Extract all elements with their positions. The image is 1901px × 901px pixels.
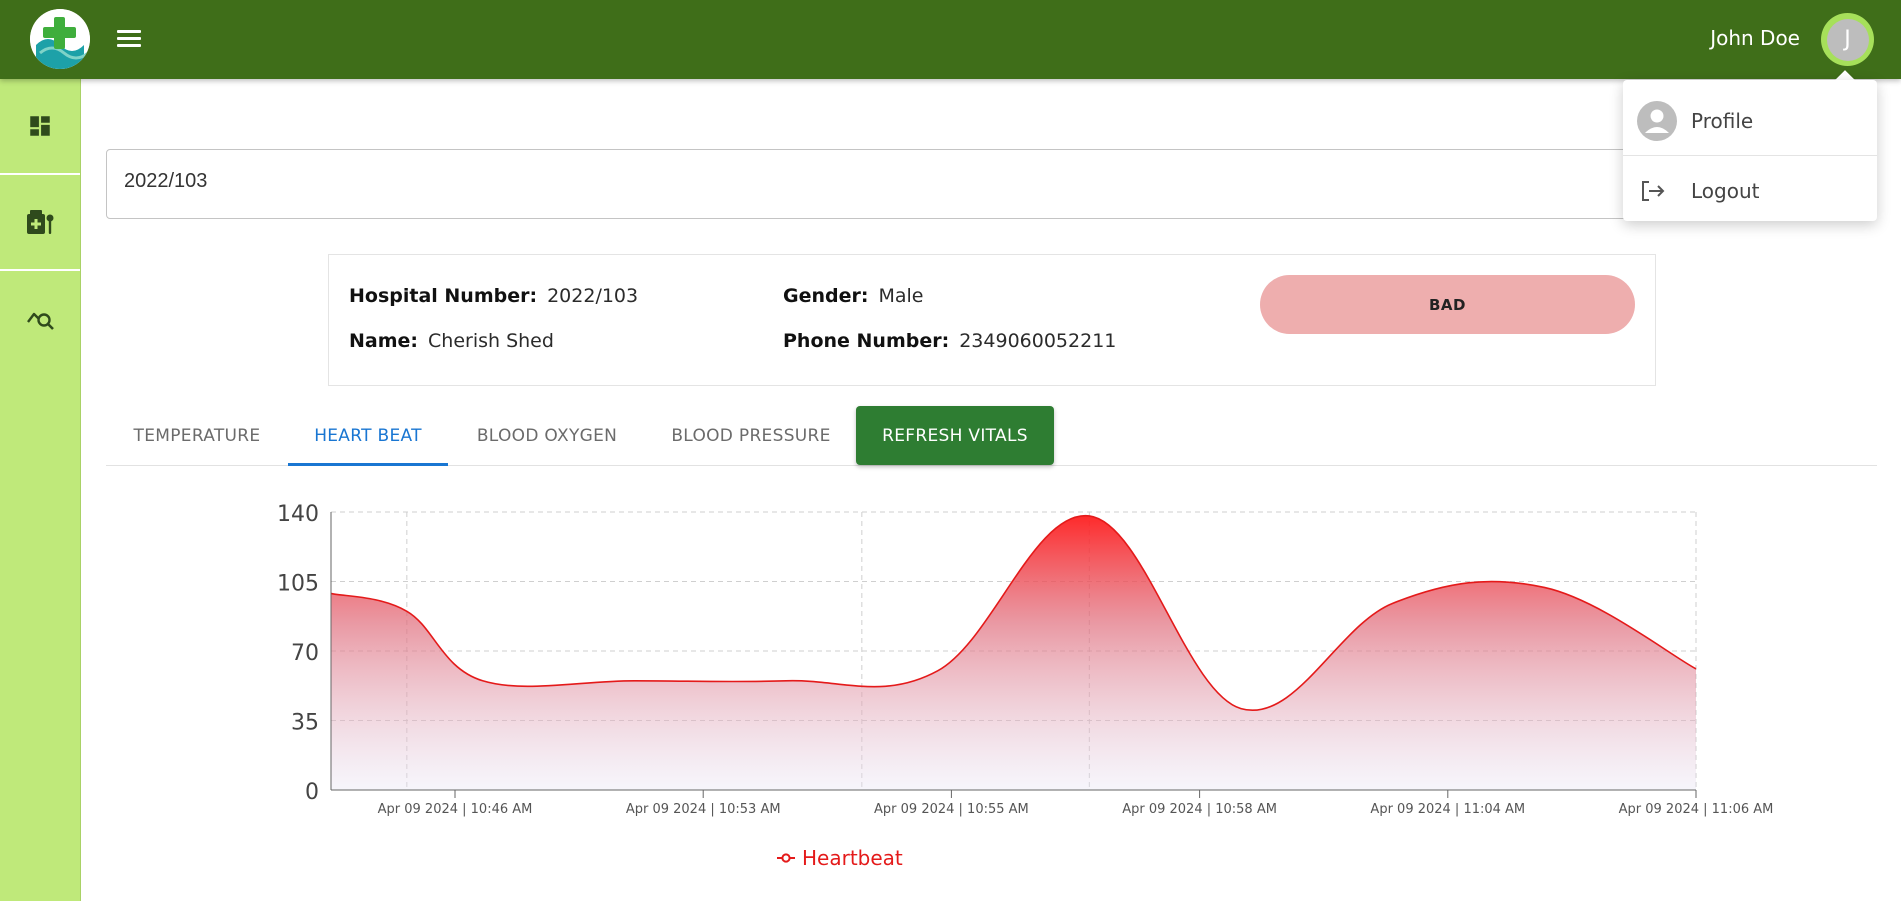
tab-blood-oxygen[interactable]: BLOOD OXYGEN: [448, 406, 646, 466]
hospital-logo-icon: [30, 9, 90, 69]
y-tick-label: 0: [305, 780, 319, 805]
search-input[interactable]: [124, 170, 1724, 193]
person-icon: [1637, 101, 1677, 141]
x-tick-label: Apr 09 2024 | 10:46 AM: [378, 802, 533, 817]
dashboard-icon: [30, 116, 50, 136]
menu-item-profile[interactable]: Profile: [1623, 86, 1877, 156]
chart-legend[interactable]: Heartbeat: [776, 846, 903, 870]
hospital-number-label: Hospital Number:: [349, 285, 538, 307]
logout-icon: [1642, 181, 1665, 201]
avatar-initial: J: [1826, 18, 1869, 61]
query-stats-icon: [27, 312, 54, 330]
x-tick-label: Apr 09 2024 | 11:04 AM: [1370, 802, 1525, 817]
sidebar-item-medical[interactable]: [0, 175, 80, 271]
hospital-number-search[interactable]: [106, 149, 1877, 219]
y-tick-label: 35: [291, 711, 319, 736]
heartbeat-line: [330, 515, 1697, 712]
x-tick-label: Apr 09 2024 | 10:53 AM: [626, 802, 781, 817]
tab-blood-pressure[interactable]: BLOOD PRESSURE: [646, 406, 856, 466]
x-tick-label: Apr 09 2024 | 10:58 AM: [1122, 802, 1277, 817]
sidebar-item-analytics[interactable]: [0, 271, 80, 367]
vitals-status-badge: BAD: [1260, 275, 1635, 334]
hospital-number-row: Hospital Number: 2022/103: [349, 285, 638, 307]
heartbeat-area: [331, 515, 1696, 790]
sidebar-item-dashboard[interactable]: [0, 79, 80, 175]
user-avatar-button[interactable]: J: [1821, 13, 1874, 66]
gender-label: Gender:: [783, 285, 869, 307]
y-tick-label: 70: [291, 641, 319, 666]
gender-row: Gender: Male: [783, 285, 923, 307]
active-tab-indicator: [288, 463, 448, 466]
patient-name-row: Name: Cherish Shed: [349, 330, 554, 352]
legend-label-heartbeat: Heartbeat: [802, 846, 903, 870]
top-app-bar: John Doe J: [0, 0, 1901, 79]
y-tick-label: 105: [277, 572, 319, 597]
menu-icon: [117, 30, 141, 33]
x-tick-label: Apr 09 2024 | 11:06 AM: [1619, 802, 1774, 817]
y-tick-label: 140: [277, 502, 319, 527]
medical-services-icon: [27, 210, 54, 234]
phone-value: 2349060052211: [959, 330, 1117, 352]
refresh-vitals-button[interactable]: REFRESH VITALS: [856, 406, 1054, 465]
patient-name-label: Name:: [349, 330, 419, 352]
phone-row: Phone Number: 2349060052211: [783, 330, 1116, 352]
menu-item-label: Profile: [1691, 109, 1754, 133]
tab-temperature[interactable]: TEMPERATURE: [106, 406, 288, 466]
user-name: John Doe: [1710, 26, 1800, 50]
menu-item-label: Logout: [1691, 179, 1760, 203]
user-dropdown-menu: Profile Logout: [1623, 80, 1877, 221]
tab-heart-beat[interactable]: HEART BEAT: [288, 406, 448, 466]
gender-value: Male: [878, 285, 924, 307]
hospital-number-value: 2022/103: [547, 285, 639, 307]
app-logo[interactable]: [30, 9, 90, 69]
phone-label: Phone Number:: [783, 330, 950, 352]
legend-marker-icon: [777, 853, 795, 863]
patient-name-value: Cherish Shed: [428, 330, 554, 352]
sidebar: [0, 79, 81, 901]
x-tick-label: Apr 09 2024 | 10:55 AM: [874, 802, 1029, 817]
menu-item-logout[interactable]: Logout: [1623, 156, 1877, 226]
menu-toggle-button[interactable]: [114, 26, 144, 52]
